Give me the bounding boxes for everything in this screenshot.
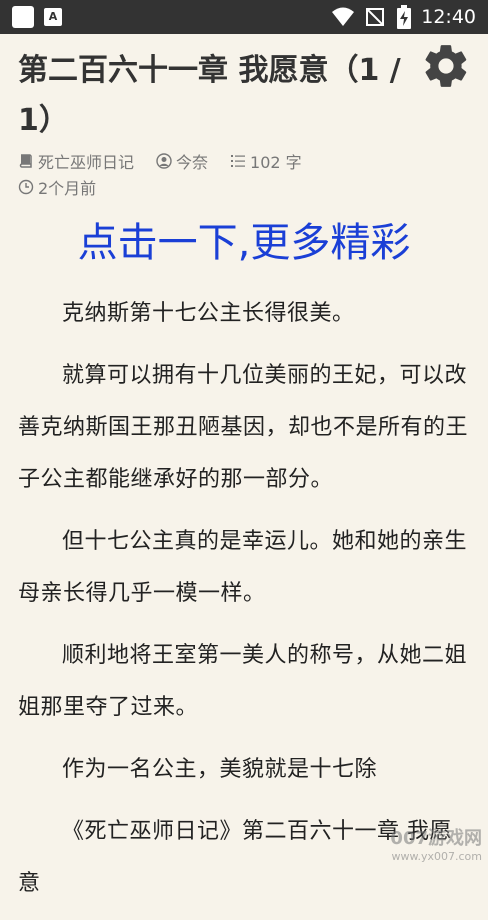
- settings-gear-icon[interactable]: [420, 40, 472, 92]
- book-name: 死亡巫师日记: [38, 153, 135, 172]
- user-circle-icon: [156, 153, 172, 169]
- paragraph: 就算可以拥有十几位美丽的王妃，可以改善克纳斯国王那丑陋基因，却也不是所有的王子公…: [18, 363, 469, 492]
- paragraph: 顺利地将王室第一美人的称号，从她二姐姐那里夺了过来。: [18, 643, 468, 720]
- battery-charging-icon: [397, 5, 412, 29]
- meta-book[interactable]: 死亡巫师日记: [18, 149, 134, 173]
- meta-author[interactable]: 今奈: [156, 149, 208, 173]
- paragraph: 但十七公主真的是幸运儿。她和她的亲生母亲长得几乎一模一样。: [18, 529, 468, 606]
- meta-time: 2个月前: [18, 175, 96, 199]
- wifi-icon: [332, 7, 355, 26]
- watermark-url: www.yx007.com: [391, 850, 482, 863]
- watermark-brand: 007游戏网: [390, 828, 482, 849]
- ad-banner[interactable]: 点击一下,更多精彩: [0, 214, 488, 272]
- time-ago: 2个月前: [38, 179, 97, 198]
- list-icon: [231, 155, 246, 167]
- paragraph: 作为一名公主，美貌就是十七除: [62, 757, 378, 782]
- clock: 12:40: [421, 6, 476, 28]
- app-notification-icon: A: [44, 8, 62, 26]
- word-count: 102 字: [250, 153, 302, 172]
- watermark: 007游戏网 www.yx007.com: [390, 824, 482, 863]
- paragraph: 克纳斯第十七公主长得很美。: [62, 301, 355, 326]
- chapter-title: 第二百六十一章 我愿意（1 / 1）: [18, 53, 401, 138]
- clock-icon: [18, 179, 34, 195]
- book-icon: [19, 154, 32, 168]
- status-bar: A 12:40: [0, 0, 488, 34]
- notification-icon: [12, 6, 34, 28]
- meta-word-count: 102 字: [230, 149, 302, 173]
- author-name: 今奈: [176, 153, 209, 172]
- signal-off-icon: [366, 8, 385, 26]
- chapter-meta: 死亡巫师日记 今奈 102 字 2个月前: [18, 148, 302, 200]
- reader-content: 第二百六十一章 我愿意（1 / 1） 死亡巫师日记 今奈 102 字 2个月前 …: [0, 34, 488, 896]
